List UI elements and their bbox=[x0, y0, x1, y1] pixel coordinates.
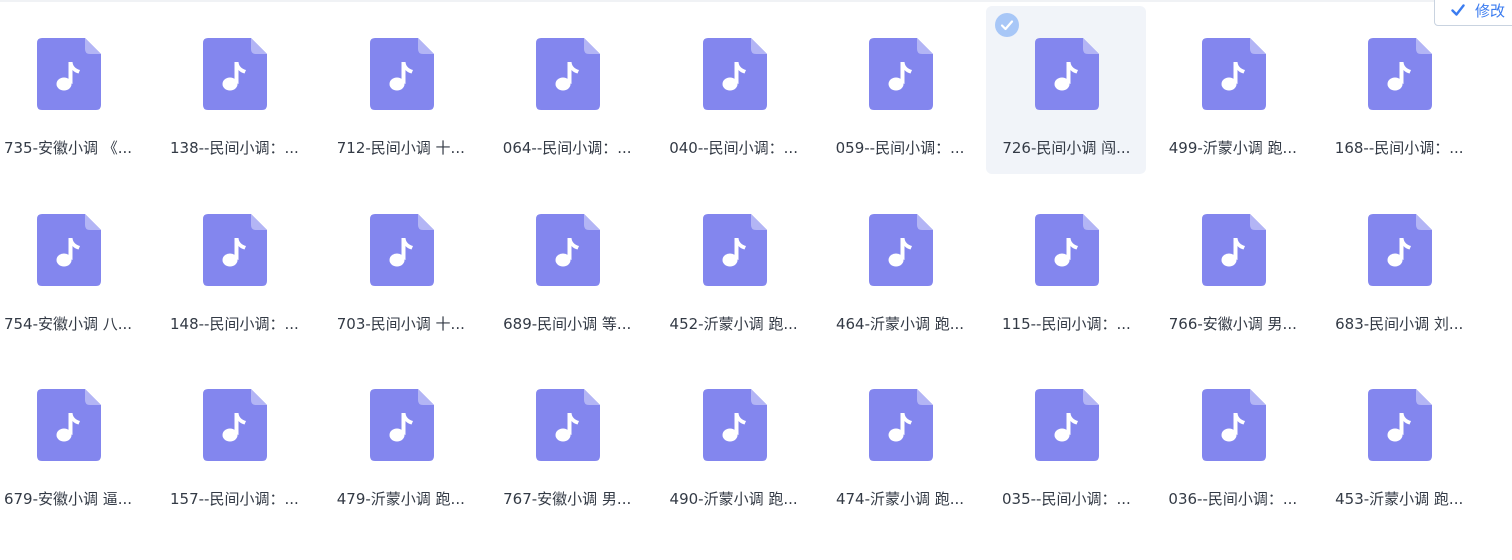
file-grid: 735-安徽小调 《... 138--民间小调：... 712-民间小调 十..… bbox=[0, 0, 1512, 560]
audio-file-icon bbox=[536, 214, 601, 286]
audio-file-icon bbox=[369, 38, 434, 110]
file-tile-14[interactable]: 464-沂蒙小调 跑... bbox=[820, 182, 980, 350]
file-tile-2[interactable]: 712-民间小调 十... bbox=[321, 6, 481, 174]
file-name: 499-沂蒙小调 跑... bbox=[1168, 139, 1297, 157]
file-tile-26[interactable]: 453-沂蒙小调 跑... bbox=[1319, 357, 1479, 525]
file-name: 683-民间小调 刘... bbox=[1335, 315, 1464, 333]
audio-file-icon bbox=[1201, 389, 1266, 461]
file-tile-13[interactable]: 452-沂蒙小调 跑... bbox=[654, 182, 814, 350]
check-icon bbox=[1451, 4, 1465, 16]
selected-check-icon[interactable] bbox=[995, 13, 1020, 37]
audio-file-icon bbox=[536, 38, 601, 110]
file-tile-23[interactable]: 474-沂蒙小调 跑... bbox=[820, 357, 980, 525]
file-name: 767-安徽小调 男... bbox=[503, 490, 632, 508]
file-tile-18[interactable]: 679-安徽小调 逼... bbox=[0, 357, 148, 525]
file-name: 712-民间小调 十... bbox=[336, 139, 465, 157]
audio-file-icon bbox=[369, 389, 434, 461]
audio-file-icon bbox=[869, 214, 933, 286]
audio-file-icon bbox=[37, 389, 101, 461]
audio-file-icon bbox=[869, 389, 933, 461]
file-tile-9[interactable]: 754-安徽小调 八... bbox=[0, 182, 148, 350]
file-name: 064--民间小调：... bbox=[502, 139, 632, 157]
file-name: 474-沂蒙小调 跑... bbox=[835, 490, 965, 508]
file-tile-10[interactable]: 148--民间小调：... bbox=[154, 182, 314, 350]
audio-file-icon bbox=[37, 38, 101, 110]
file-name: 035--民间小调：... bbox=[1002, 490, 1131, 508]
audio-file-icon bbox=[1035, 389, 1100, 461]
audio-file-icon bbox=[1201, 38, 1266, 110]
file-name: 703-民间小调 十... bbox=[336, 315, 465, 333]
audio-file-icon bbox=[1368, 389, 1433, 461]
file-tile-21[interactable]: 767-安徽小调 男... bbox=[487, 357, 647, 525]
audio-file-icon bbox=[203, 389, 268, 461]
audio-file-icon bbox=[1368, 38, 1433, 110]
audio-file-icon bbox=[37, 214, 101, 286]
file-tile-16[interactable]: 766-安徽小调 男... bbox=[1153, 182, 1313, 350]
file-tile-4[interactable]: 040--民间小调：... bbox=[654, 6, 814, 174]
audio-file-icon bbox=[536, 389, 601, 461]
file-tile-19[interactable]: 157--民间小调：... bbox=[154, 357, 314, 525]
file-name: 689-民间小调 等... bbox=[503, 315, 632, 333]
file-name: 157--民间小调：... bbox=[170, 490, 299, 508]
file-name: 036--民间小调：... bbox=[1168, 490, 1298, 508]
file-name: 679-安徽小调 逼... bbox=[3, 490, 133, 508]
file-name: 726-民间小调 闯... bbox=[1002, 139, 1131, 157]
file-name: 754-安徽小调 八... bbox=[3, 315, 133, 333]
file-name: 766-安徽小调 男... bbox=[1168, 315, 1297, 333]
file-tile-1[interactable]: 138--民间小调：... bbox=[154, 6, 314, 174]
file-name: 115--民间小调：... bbox=[1002, 315, 1131, 333]
file-name: 452-沂蒙小调 跑... bbox=[669, 315, 798, 333]
audio-file-icon bbox=[1035, 38, 1100, 110]
file-tile-25[interactable]: 036--民间小调：... bbox=[1153, 357, 1313, 525]
audio-file-icon bbox=[702, 389, 767, 461]
audio-file-icon bbox=[203, 214, 268, 286]
file-tile-0[interactable]: 735-安徽小调 《... bbox=[0, 6, 148, 174]
file-name: 464-沂蒙小调 跑... bbox=[835, 315, 965, 333]
audio-file-icon bbox=[1368, 214, 1433, 286]
file-tile-8[interactable]: 168--民间小调：... bbox=[1319, 6, 1479, 174]
file-tile-7[interactable]: 499-沂蒙小调 跑... bbox=[1153, 6, 1313, 174]
file-name: 479-沂蒙小调 跑... bbox=[336, 490, 465, 508]
audio-file-icon bbox=[702, 38, 767, 110]
file-name: 040--民间小调：... bbox=[669, 139, 798, 157]
file-name: 453-沂蒙小调 跑... bbox=[1335, 490, 1464, 508]
audio-file-icon bbox=[1035, 214, 1100, 286]
file-tile-5[interactable]: 059--民间小调：... bbox=[820, 6, 980, 174]
file-tile-15[interactable]: 115--民间小调：... bbox=[986, 182, 1146, 350]
audio-file-icon bbox=[869, 38, 933, 110]
file-tile-20[interactable]: 479-沂蒙小调 跑... bbox=[321, 357, 481, 525]
file-name: 490-沂蒙小调 跑... bbox=[669, 490, 798, 508]
file-tile-6[interactable]: 726-民间小调 闯... bbox=[986, 6, 1147, 174]
file-tile-3[interactable]: 064--民间小调：... bbox=[487, 6, 647, 174]
file-name: 168--民间小调：... bbox=[1334, 139, 1464, 157]
file-name: 148--民间小调：... bbox=[170, 315, 299, 333]
file-name: 138--民间小调：... bbox=[170, 139, 299, 157]
file-name: 059--民间小调：... bbox=[835, 139, 965, 157]
file-tile-11[interactable]: 703-民间小调 十... bbox=[321, 182, 481, 350]
file-tile-17[interactable]: 683-民间小调 刘... bbox=[1319, 182, 1479, 350]
audio-file-icon bbox=[702, 214, 767, 286]
file-name: 735-安徽小调 《... bbox=[3, 139, 133, 157]
edit-button[interactable]: 修改 bbox=[1434, 0, 1512, 26]
edit-button-label: 修改 bbox=[1475, 1, 1506, 20]
audio-file-icon bbox=[1201, 214, 1266, 286]
audio-file-icon bbox=[203, 38, 268, 110]
audio-file-icon bbox=[369, 214, 434, 286]
file-tile-12[interactable]: 689-民间小调 等... bbox=[487, 182, 647, 350]
file-tile-22[interactable]: 490-沂蒙小调 跑... bbox=[654, 357, 814, 525]
file-tile-24[interactable]: 035--民间小调：... bbox=[986, 357, 1146, 525]
